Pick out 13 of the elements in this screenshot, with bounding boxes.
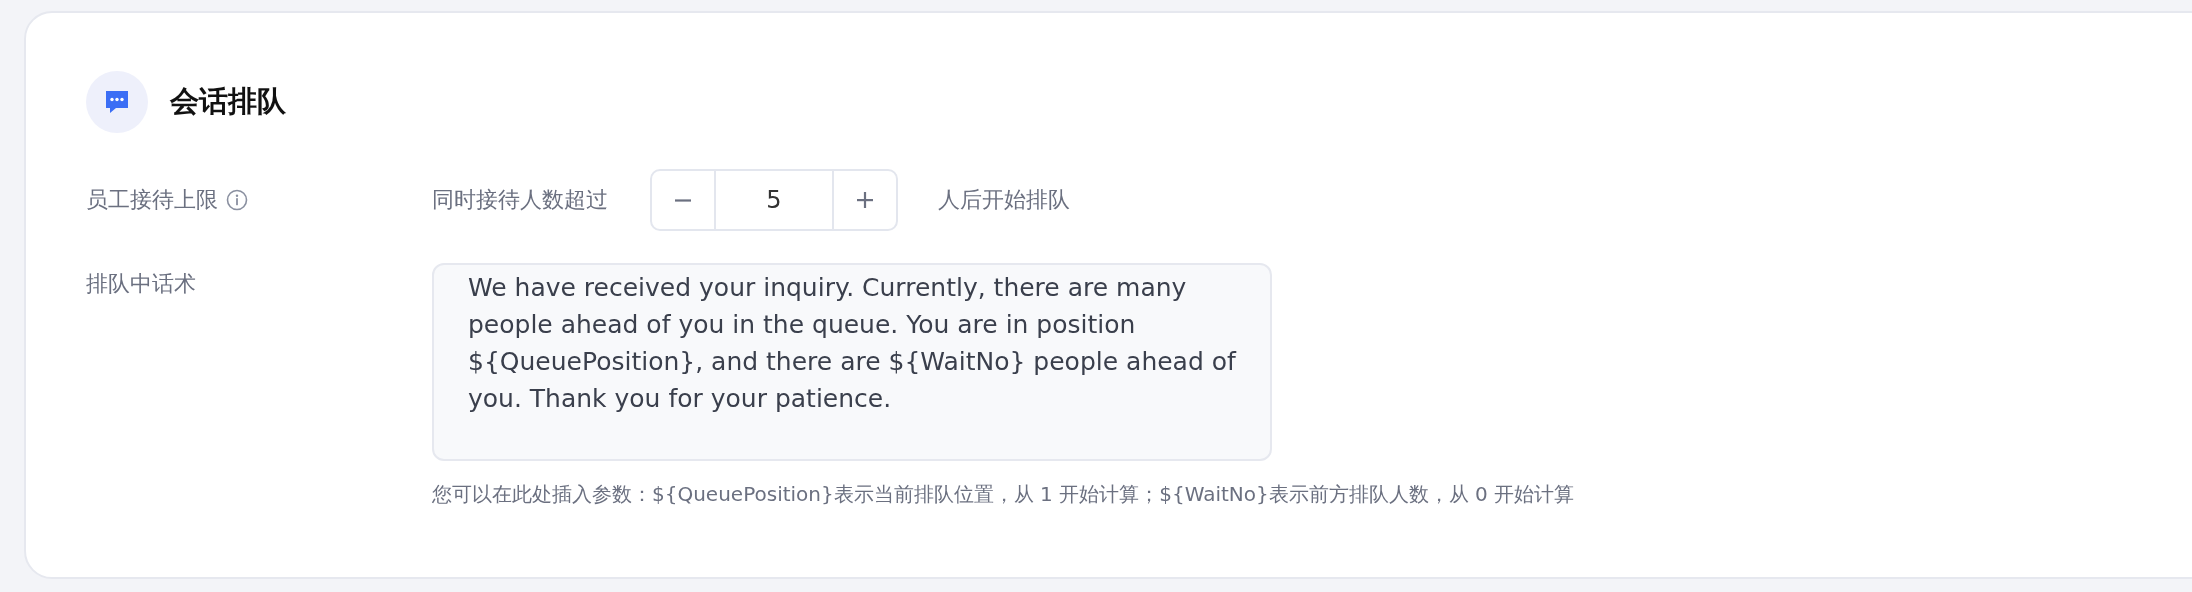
message-field[interactable]: We have received your inquiry. Currently, there are many people ahead of you in the queue. You are in position ${QueuePosition}, and there are ${WaitNo} people ahead of you. Thank you for your patience. [432, 263, 1272, 461]
field-label: 员工接待上限 [86, 186, 218, 214]
info-icon [226, 189, 248, 211]
plus-button[interactable] [832, 169, 898, 231]
field-text: 同时接待人数超过 [432, 186, 608, 214]
field-text: 人后开始排队 [938, 186, 1070, 214]
section-title: 会话排队 [170, 83, 286, 120]
field-label: 排队中话术 [86, 270, 196, 298]
hint-text: 您可以在此处插入参数：${QueuePosition}表示当前排队位置，从 1 开始计算；${WaitNo}表示前方排队人数，从 0 开始计算 [432, 481, 1575, 508]
minus-icon [675, 198, 691, 202]
quantity-field[interactable]: 5 [716, 169, 832, 231]
plus-icon [856, 191, 874, 209]
minus-button[interactable] [650, 169, 716, 231]
